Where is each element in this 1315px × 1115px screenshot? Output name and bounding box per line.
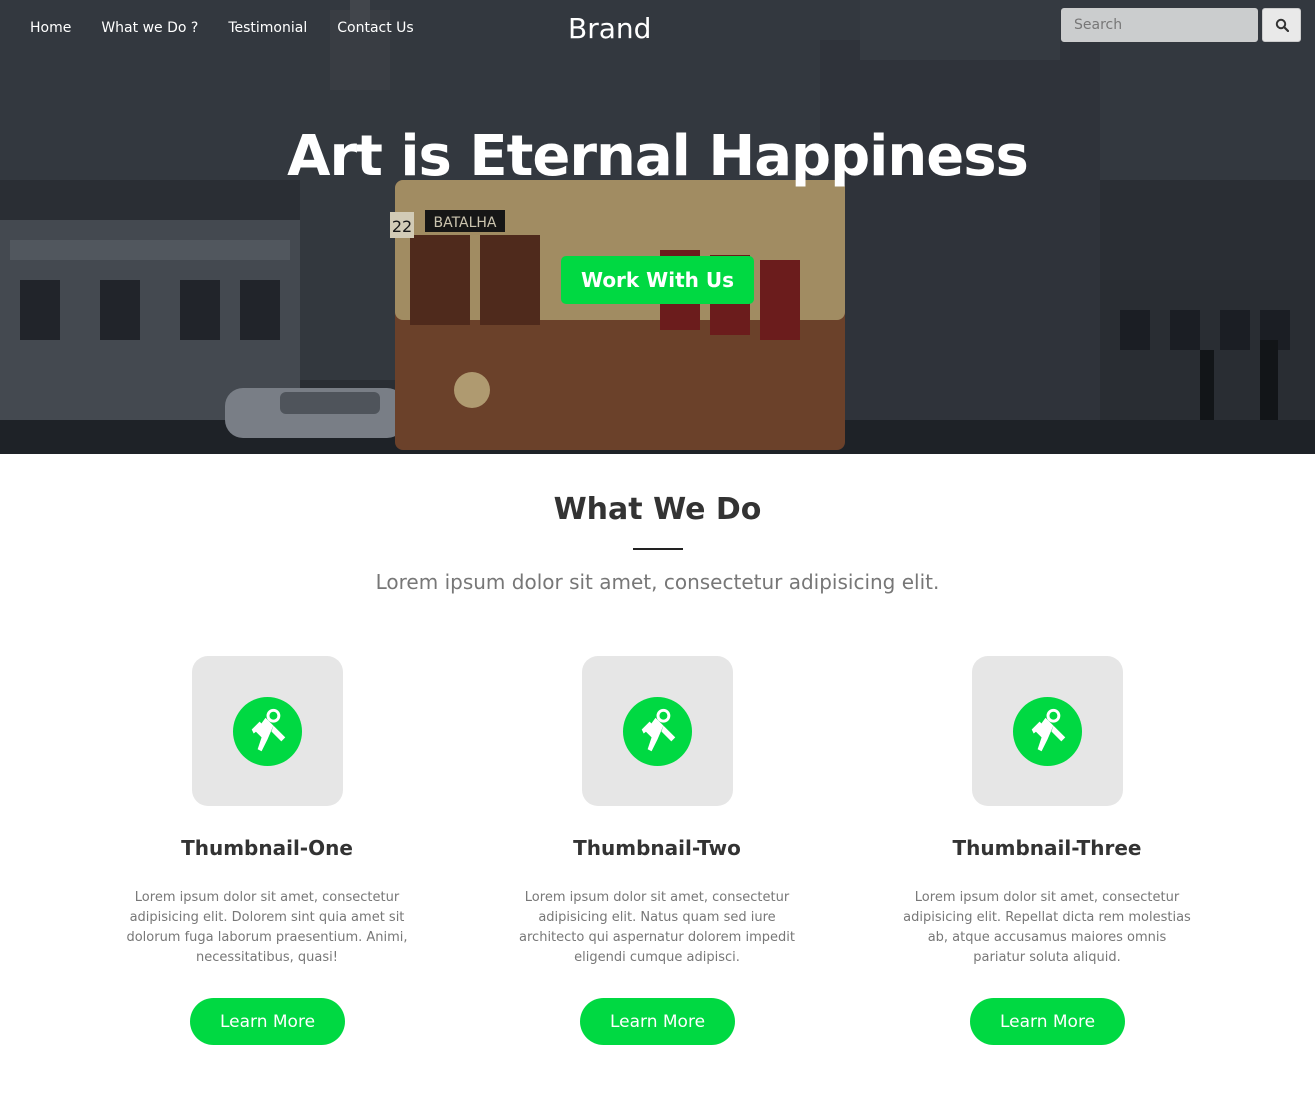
hero-background-image: BATALHA 22 xyxy=(0,0,1315,454)
nav-link-home[interactable]: Home xyxy=(30,20,71,36)
brand-logo[interactable]: Brand xyxy=(568,12,651,45)
search-input[interactable] xyxy=(1061,8,1258,42)
card-title: Thumbnail-Two xyxy=(573,836,741,860)
astronaut-icon xyxy=(232,696,303,766)
section-subtitle: Lorem ipsum dolor sit amet, consectetur … xyxy=(375,570,940,594)
search-bar xyxy=(1061,8,1301,42)
card-thumbnail xyxy=(582,656,733,806)
card-text: Lorem ipsum dolor sit amet, consectetur … xyxy=(903,890,1191,965)
search-icon xyxy=(1275,18,1289,32)
search-button[interactable] xyxy=(1262,8,1301,42)
astronaut-icon xyxy=(1012,696,1083,766)
nav-link-what-we-do[interactable]: What we Do ? xyxy=(101,20,198,36)
card-thumbnail xyxy=(972,656,1123,806)
nav-link-testimonial[interactable]: Testimonial xyxy=(228,20,307,36)
section-title: What We Do xyxy=(553,492,762,527)
learn-more-button[interactable]: Learn More xyxy=(580,998,735,1045)
top-navbar: Home What we Do ? Testimonial Contact Us… xyxy=(0,0,1315,60)
card-text: Lorem ipsum dolor sit amet, consectetur … xyxy=(519,890,795,965)
astronaut-icon xyxy=(622,696,693,766)
nav-links: Home What we Do ? Testimonial Contact Us xyxy=(30,20,414,36)
section-divider xyxy=(633,548,683,550)
work-with-us-button[interactable]: Work With Us xyxy=(561,256,754,304)
hero-title: Art is Eternal Happiness xyxy=(287,124,1029,189)
card-title: Thumbnail-Three xyxy=(952,836,1142,860)
learn-more-button[interactable]: Learn More xyxy=(190,998,345,1045)
card-title: Thumbnail-One xyxy=(181,836,353,860)
learn-more-button[interactable]: Learn More xyxy=(970,998,1125,1045)
hero-section: BATALHA 22 Home What we Do ? Testimonial… xyxy=(0,0,1315,454)
card-thumbnail xyxy=(192,656,343,806)
nav-link-contact[interactable]: Contact Us xyxy=(337,20,413,36)
card-text: Lorem ipsum dolor sit amet, consectetur … xyxy=(126,890,408,965)
